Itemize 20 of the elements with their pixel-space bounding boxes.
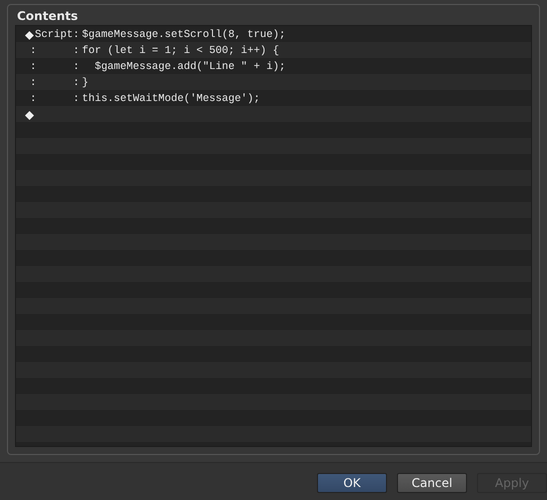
diamond-icon — [25, 30, 34, 40]
code-text: $gameMessage.add("Line " + i); — [94, 61, 286, 73]
separator-text: : — [73, 61, 80, 73]
continuation-marker: : — [30, 45, 36, 57]
code-text: $gameMessage.setScroll(8, true); — [82, 29, 286, 41]
code-text: for (let i = 1; i < 500; i++) { — [82, 45, 280, 57]
dialog-button[interactable]: Cancel — [397, 472, 467, 492]
code-text: this.setWaitMode('Message'); — [82, 93, 260, 105]
command-label: Script — [34, 29, 73, 41]
panel-title: Contents — [16, 8, 79, 25]
separator-text: : — [73, 77, 80, 89]
continuation-marker: : — [30, 93, 36, 105]
separator-text: : — [73, 45, 80, 57]
separator-text: : — [73, 93, 80, 105]
continuation-marker: : — [30, 61, 36, 73]
continuation-marker: : — [30, 77, 36, 89]
diamond-icon — [25, 110, 34, 120]
code-text: } — [82, 77, 88, 89]
separator-text: : — [73, 29, 80, 41]
dialog-button[interactable]: OK — [317, 472, 387, 492]
